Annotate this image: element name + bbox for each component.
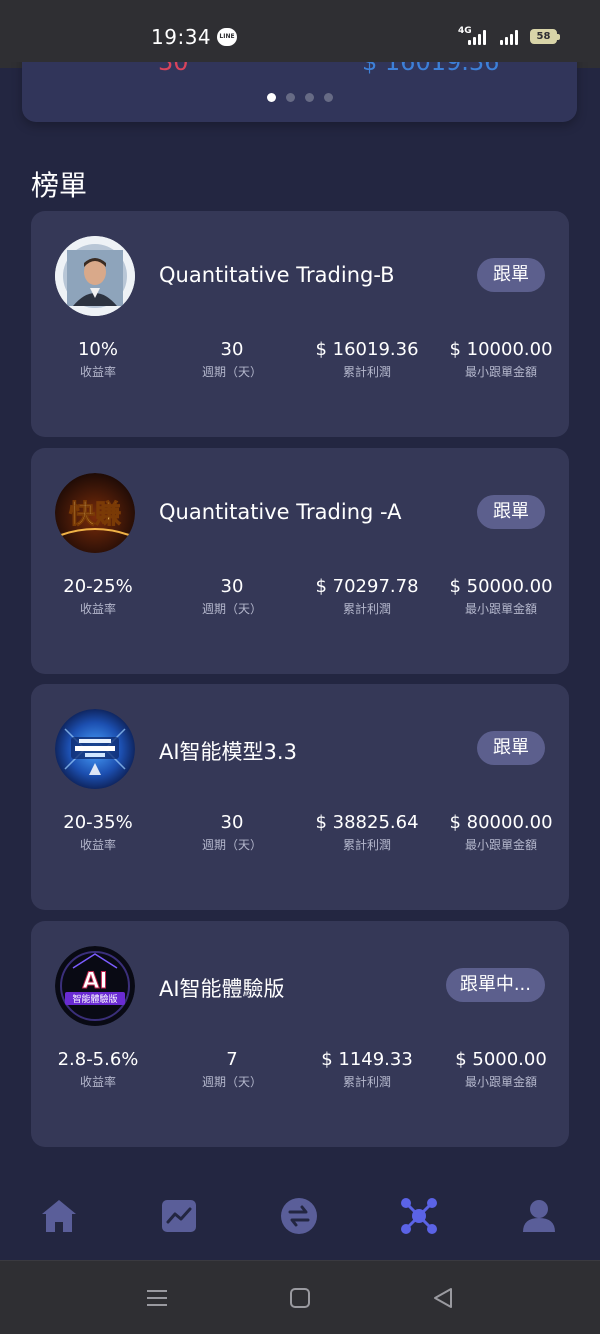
ai-trial-logo-avatar: AI 智能體驗版 [55,946,135,1026]
stat-return-rate: 2.8-5.6% 收益率 [31,1049,165,1090]
stat-label: 最小跟單金額 [464,838,537,852]
stat-label: 最小跟單金額 [464,602,537,616]
stat-cumulative-profit: $ 70297.78 累計利潤 [300,576,434,617]
strategy-card[interactable]: 快賺 Quantitative Trading -A 跟單 20-25% 收益率… [31,448,569,674]
follow-button[interactable]: 跟單 [477,731,545,765]
stat-return-rate: 20-35% 收益率 [31,812,165,853]
stat-value: 2.8-5.6% [57,1049,139,1070]
strategy-name: AI智能模型3.3 [159,740,297,764]
home-icon[interactable] [39,1196,79,1236]
stat-min-amount: $ 5000.00 最小跟單金額 [434,1049,568,1090]
trader-portrait-avatar [55,236,135,316]
home-square-icon[interactable] [287,1285,313,1311]
back-triangle-icon[interactable] [430,1285,456,1311]
stat-label: 累計利潤 [342,838,391,852]
stat-value: 7 [226,1049,238,1070]
stat-label: 累計利潤 [342,602,391,616]
stat-label: 收益率 [79,365,116,379]
line-app-icon: LINE [217,28,237,46]
exchange-icon[interactable] [279,1196,319,1236]
stat-cumulative-profit: $ 1149.33 累計利潤 [300,1049,434,1090]
stat-label: 週期（天） [201,365,262,379]
chart-icon[interactable] [159,1196,199,1236]
stat-period: 7 週期（天） [165,1049,299,1090]
strategy-card[interactable]: Quantitative Trading-B 跟單 10% 收益率 30 週期（… [31,211,569,437]
stat-return-rate: 20-25% 收益率 [31,576,165,617]
stat-value: $ 70297.78 [315,576,419,597]
stat-min-amount: $ 10000.00 最小跟單金額 [434,339,568,380]
strategy-name: Quantitative Trading -A [159,500,402,524]
stat-value: 30 [220,812,244,833]
stat-label: 最小跟單金額 [464,1075,537,1089]
stat-value: 30 [220,576,244,597]
follow-button[interactable]: 跟單 [477,258,545,292]
stat-cumulative-profit: $ 38825.64 累計利潤 [300,812,434,853]
stat-value: $ 16019.36 [315,339,419,360]
stat-return-rate: 10% 收益率 [31,339,165,380]
user-icon[interactable] [519,1196,559,1236]
stat-label: 累計利潤 [342,1075,391,1089]
stat-value: 20-35% [63,812,133,833]
svg-text:AI: AI [82,969,107,994]
stat-label: 收益率 [79,1075,116,1089]
strategy-name: AI智能體驗版 [159,977,285,1001]
stat-value: $ 10000.00 [449,339,553,360]
carousel-dot[interactable] [267,93,276,102]
stat-min-amount: $ 80000.00 最小跟單金額 [434,812,568,853]
stat-label: 收益率 [79,838,116,852]
follow-button[interactable]: 跟單 [477,495,545,529]
carousel-dot[interactable] [324,93,333,102]
following-button[interactable]: 跟單中... [445,968,545,1002]
stat-value: $ 38825.64 [315,812,419,833]
signal-icon [466,29,488,45]
stat-value: 30 [220,339,244,360]
status-bar-overlay: 19:34 LINE 4G 58 [0,0,600,62]
stat-period: 30 週期（天） [165,576,299,617]
stat-min-amount: $ 50000.00 最小跟單金額 [434,576,568,617]
android-nav-bar [0,1260,600,1334]
leaderboard-title: 榜單 [31,169,88,202]
ai-model-logo-avatar [55,709,135,789]
svg-text:快賺: 快賺 [69,500,121,530]
stat-label: 收益率 [79,602,116,616]
stat-value: 20-25% [63,576,133,597]
carousel-dot[interactable] [286,93,295,102]
strategy-card[interactable]: AI智能模型3.3 跟單 20-35% 收益率 30 週期（天） $ 38825… [31,684,569,910]
stat-value: $ 50000.00 [449,576,553,597]
svg-text:智能體驗版: 智能體驗版 [72,993,117,1005]
kuaizhuan-logo-avatar: 快賺 [55,473,135,553]
stat-value: $ 5000.00 [455,1049,547,1070]
stat-label: 週期（天） [201,602,262,616]
stat-label: 週期（天） [201,1075,262,1089]
menu-icon[interactable] [144,1285,170,1311]
network-icon[interactable] [399,1196,439,1236]
signal-icon-2 [498,29,520,45]
status-time: 19:34 [151,25,212,49]
stat-label: 累計利潤 [342,365,391,379]
stat-cumulative-profit: $ 16019.36 累計利潤 [300,339,434,380]
carousel-dot[interactable] [305,93,314,102]
carousel-pagination [267,93,367,103]
strategy-card[interactable]: AI 智能體驗版 AI智能體驗版 跟單中... 2.8-5.6% 收益率 7 週… [31,921,569,1147]
stat-label: 週期（天） [201,838,262,852]
stat-period: 30 週期（天） [165,339,299,380]
battery-icon: 58 [530,29,560,44]
strategy-name: Quantitative Trading-B [159,263,395,287]
stat-period: 30 週期（天） [165,812,299,853]
bottom-tab-bar [0,1182,600,1260]
stat-value: 10% [77,339,118,360]
stat-value: $ 80000.00 [449,812,553,833]
stat-label: 最小跟單金額 [464,365,537,379]
stat-value: $ 1149.33 [321,1049,413,1070]
